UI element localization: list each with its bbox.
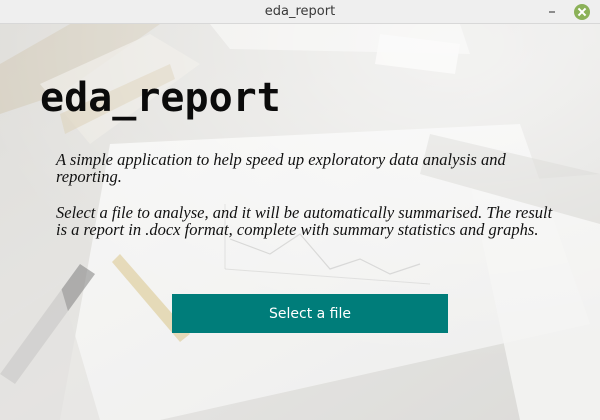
title-bar[interactable]: eda_report bbox=[0, 0, 600, 24]
app-window: eda_report eda_report A simple applicati… bbox=[0, 0, 600, 420]
main-content: eda_report A simple application to help … bbox=[0, 24, 600, 420]
window-title: eda_report bbox=[264, 4, 336, 19]
select-file-button[interactable]: Select a file bbox=[172, 294, 448, 333]
minimize-icon[interactable] bbox=[546, 6, 558, 18]
app-instructions: Select a file to analyse, and it will be… bbox=[56, 203, 553, 239]
app-description: A simple application to help speed up ex… bbox=[56, 150, 506, 186]
close-icon[interactable] bbox=[574, 4, 590, 20]
page-title: eda_report bbox=[40, 75, 281, 121]
